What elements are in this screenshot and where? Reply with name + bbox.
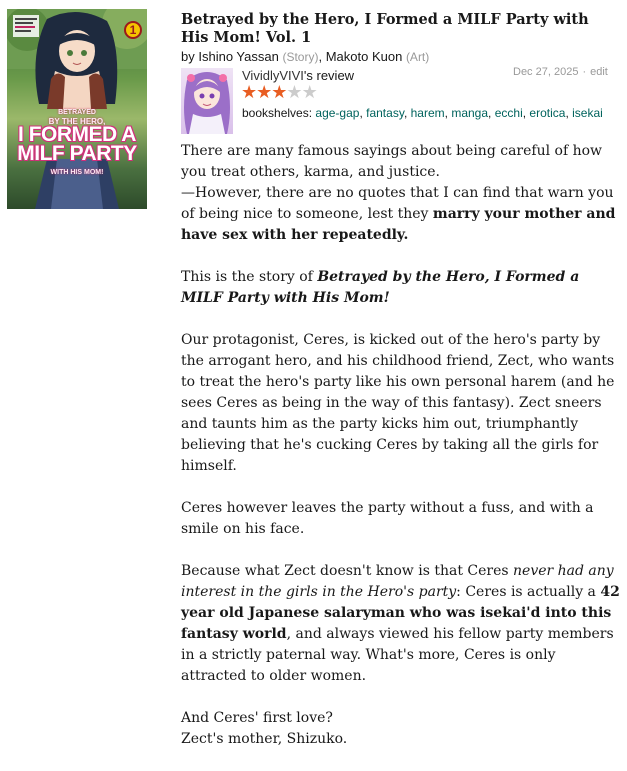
book-cover-image[interactable]: 1 BETRAYED BY THE HERO, I FORMED A MILF … — [7, 9, 147, 209]
star-filled-icon: ★ — [256, 82, 272, 103]
review-date-area: Dec 27, 2025 · edit — [513, 66, 608, 78]
shelf-separator: , — [488, 106, 492, 120]
review-date: Dec 27, 2025 — [513, 66, 579, 78]
shelf-link[interactable]: manga — [451, 106, 488, 120]
edit-link[interactable]: edit — [590, 66, 608, 78]
cover-title-line: BETRAYED — [58, 109, 96, 116]
by-label: by — [181, 49, 195, 64]
star-filled-icon: ★ — [271, 82, 287, 103]
shelf-link[interactable]: fantasy — [366, 106, 404, 120]
shelf-link[interactable]: harem — [411, 106, 445, 120]
shelf-link[interactable]: erotica — [529, 106, 565, 120]
cover-title-main-b: MILF PARTY — [17, 142, 137, 165]
shelf-link[interactable]: age-gap — [315, 106, 359, 120]
review-text: Zect's mother, Shizuko. — [181, 731, 348, 747]
review-text: There are many famous sayings about bein… — [181, 143, 603, 180]
review-text: And Ceres' first love? — [181, 710, 333, 726]
star-rating: ★★★★★ — [241, 82, 318, 103]
author-link[interactable]: Ishino Yassan — [198, 49, 278, 64]
star-empty-icon: ★ — [301, 82, 318, 103]
volume-badge: 1 — [124, 21, 142, 39]
star-filled-icon: ★ — [241, 82, 257, 103]
cover-title-main: I FORMED A MILF PARTY — [7, 124, 147, 165]
review-paragraph: There are many famous sayings about bein… — [181, 141, 621, 246]
review-text: Because what Zect doesn't know is that C… — [181, 563, 514, 579]
shelf-separator: , — [359, 106, 363, 120]
review-paragraph: Because what Zect doesn't know is that C… — [181, 561, 621, 687]
star-empty-icon: ★ — [286, 82, 302, 103]
bookshelves-label: bookshelves: — [242, 106, 313, 120]
review-paragraph: This is the story of Betrayed by the Her… — [181, 267, 621, 309]
review-text: : Ceres is actually a — [456, 584, 601, 600]
review-text: This is the story of — [181, 269, 318, 285]
shelf-separator: , — [444, 106, 448, 120]
shelf-link[interactable]: isekai — [572, 106, 603, 120]
review-paragraph: Ceres however leaves the party without a… — [181, 500, 594, 537]
date-separator: · — [582, 66, 587, 78]
shelf-separator: , — [565, 106, 569, 120]
reviewer-avatar[interactable] — [181, 68, 233, 134]
shelf-separator: , — [403, 106, 408, 120]
reviewer-line: VividlyVIVI's review — [242, 68, 354, 83]
book-byline: by Ishino Yassan (Story), Makoto Kuon (A… — [181, 49, 429, 64]
review-body: There are many famous sayings about bein… — [181, 141, 621, 771]
author-separator: , — [318, 49, 323, 64]
shelf-separator: , — [522, 106, 527, 120]
author-role: (Art) — [405, 50, 430, 64]
author-role: (Story) — [282, 50, 319, 64]
reviewer-name-link[interactable]: VividlyVIVI — [242, 68, 304, 83]
author-link[interactable]: Makoto Kuon — [326, 49, 403, 64]
review-suffix: 's review — [303, 68, 355, 83]
book-title-link[interactable]: Betrayed by the Hero, I Formed a MILF Pa… — [181, 11, 621, 47]
bookshelves: bookshelves: age-gap, fantasy, harem, ma… — [242, 106, 603, 120]
review-paragraph: Our protagonist, Ceres, is kicked out of… — [181, 332, 615, 474]
cover-subtitle: WITH HIS MOM! — [50, 169, 104, 176]
shelf-link[interactable]: ecchi — [495, 106, 523, 120]
review-paragraph: And Ceres' first love? Zect's mother, Sh… — [181, 708, 621, 750]
